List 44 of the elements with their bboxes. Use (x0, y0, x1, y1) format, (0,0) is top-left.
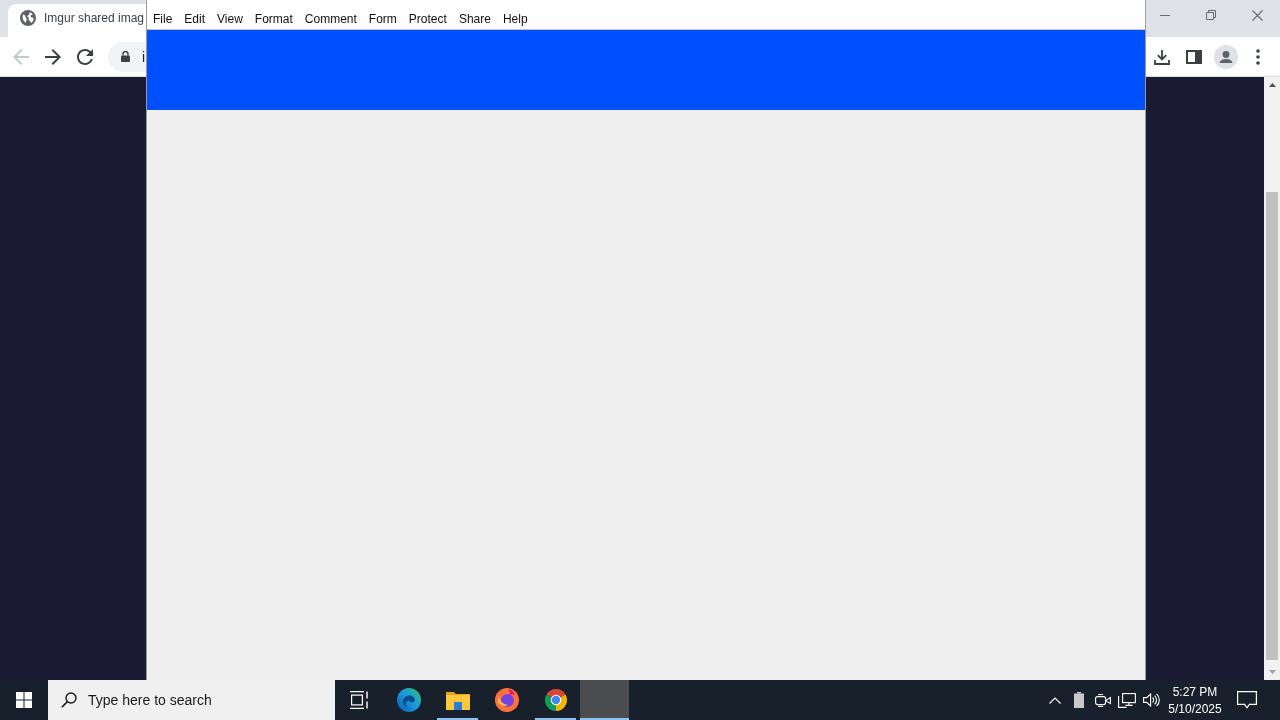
close-icon (1251, 9, 1263, 21)
search-icon (61, 692, 77, 708)
browser-tab[interactable]: Imgur shared imag (8, 4, 146, 37)
address-bar[interactable]: i (108, 41, 146, 72)
download-icon (1154, 48, 1170, 65)
menu-item[interactable]: Form (365, 9, 400, 28)
menu-item[interactable]: View (214, 9, 246, 28)
network-icon (1118, 692, 1136, 708)
battery-icon (1074, 692, 1084, 708)
globe-icon (20, 9, 36, 26)
menu-item[interactable]: File (150, 9, 176, 28)
menu-item[interactable]: Protect (405, 9, 450, 28)
clock-time[interactable]: 5:27 PM (1172, 684, 1218, 699)
chrome-icon (543, 688, 568, 712)
firefox-icon (494, 688, 519, 712)
speaker-icon (1142, 693, 1160, 707)
side-panel-icon (1186, 49, 1202, 64)
forward-arrow-icon (45, 48, 61, 65)
profile-button[interactable] (1212, 42, 1240, 71)
more-icon (1256, 48, 1260, 65)
back-arrow-icon (13, 48, 29, 65)
edge-icon (396, 688, 421, 712)
scrollbar-thumb[interactable] (1266, 192, 1278, 660)
restore-icon (1206, 10, 1216, 20)
menu-item[interactable]: Edit (181, 9, 209, 28)
reload-icon (77, 48, 93, 65)
scroll-up-icon[interactable] (1268, 83, 1276, 87)
avatar-icon (1214, 44, 1238, 69)
camera-icon (1095, 693, 1111, 707)
search-field[interactable]: Type here to search (48, 680, 335, 720)
clock-date[interactable]: 5/10/2025 (1168, 701, 1222, 716)
taskbar-app-button[interactable] (580, 680, 629, 720)
menu-item[interactable]: Format (251, 9, 296, 28)
menu-item[interactable]: Share (455, 9, 494, 28)
lock-icon (121, 51, 130, 62)
task-view-icon (349, 691, 370, 709)
scrollbar[interactable] (1264, 77, 1280, 680)
folder-icon (445, 690, 470, 710)
minimize-icon (1160, 14, 1170, 16)
menu-item[interactable]: Help (499, 9, 531, 28)
menu-item[interactable]: Comment (301, 9, 360, 28)
notification-icon (1237, 691, 1257, 709)
chevron-up-icon (1049, 696, 1061, 704)
windows-logo-icon (16, 692, 32, 708)
